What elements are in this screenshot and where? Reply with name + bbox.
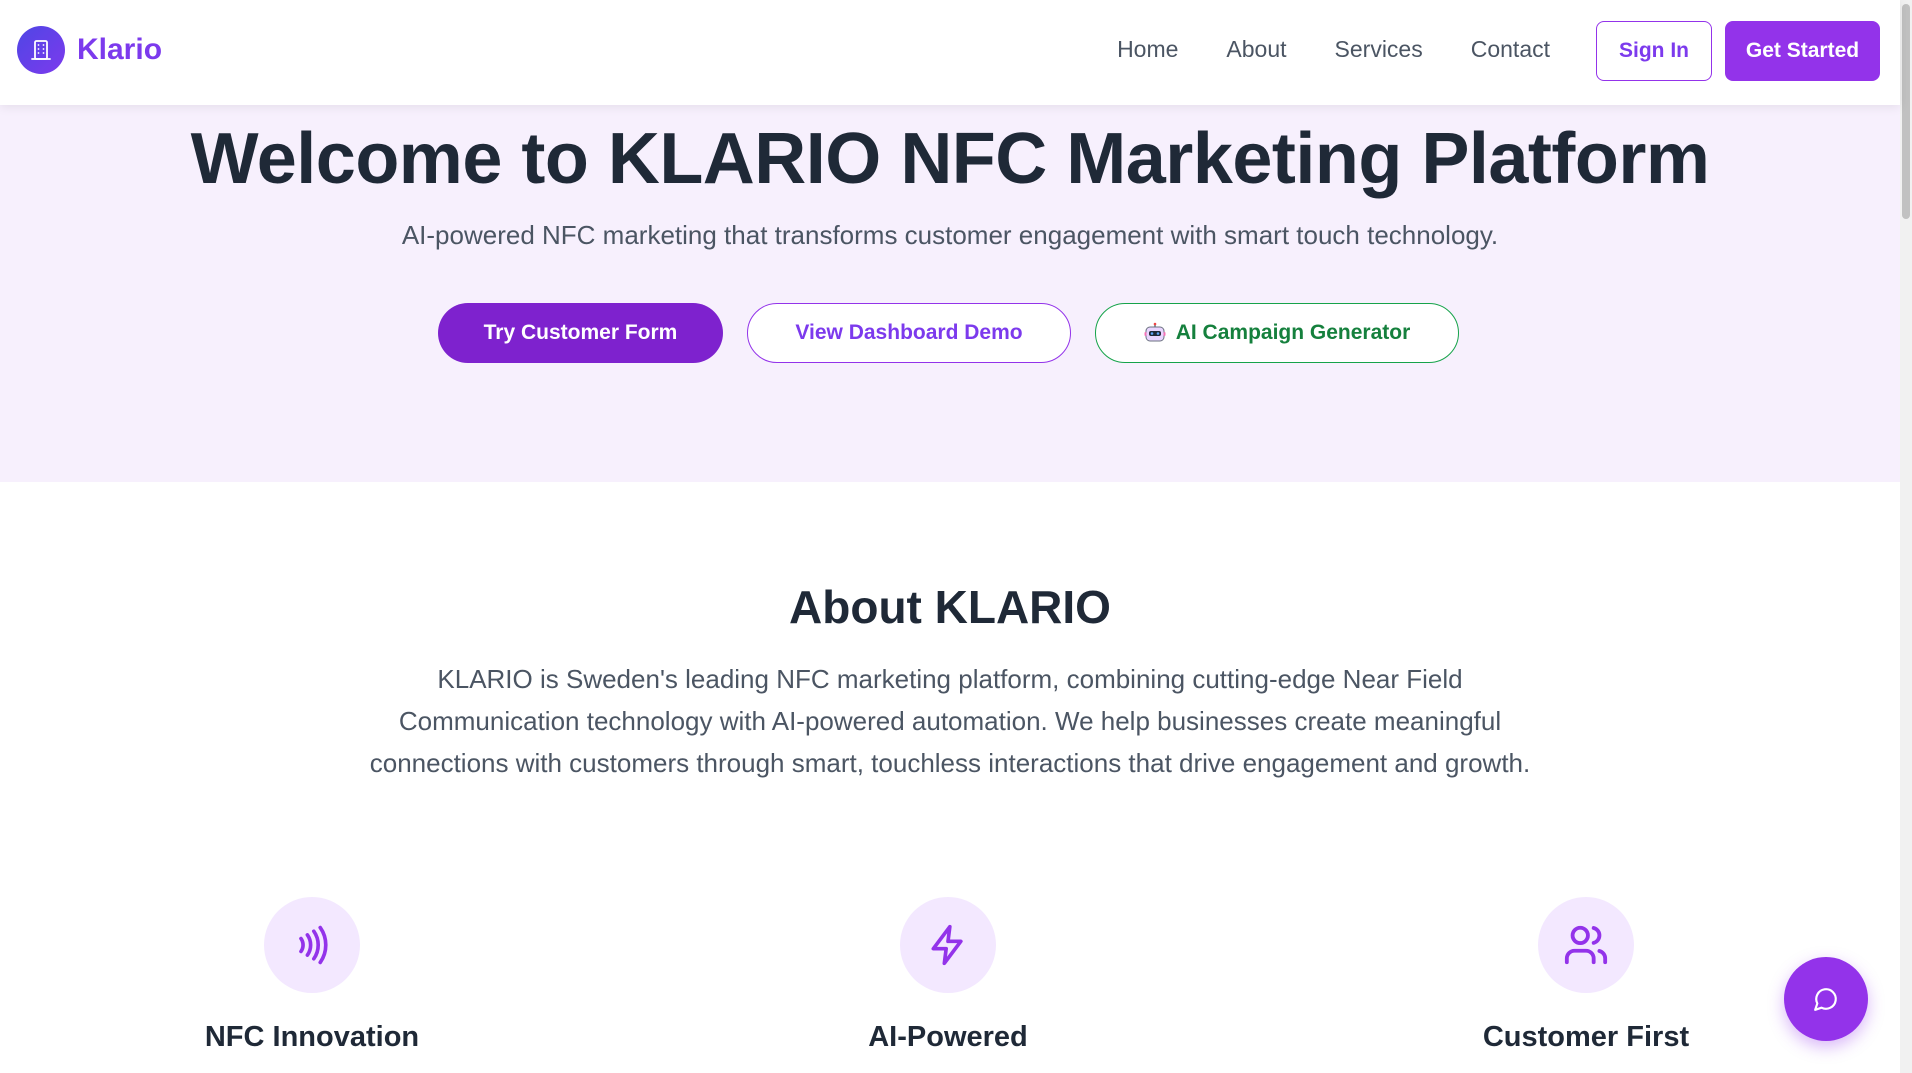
- nfc-waves-icon: [264, 897, 360, 993]
- about-text: KLARIO is Sweden's leading NFC marketing…: [369, 664, 1531, 778]
- users-icon: [1538, 897, 1634, 993]
- nav-about[interactable]: About: [1226, 36, 1286, 63]
- ai-campaign-generator-button[interactable]: AI Campaign Generator: [1095, 303, 1459, 363]
- nav-contact[interactable]: Contact: [1471, 36, 1550, 63]
- building-icon: [17, 26, 65, 74]
- feature-title: NFC Innovation: [204, 1021, 420, 1053]
- robot-icon: [1144, 322, 1166, 344]
- logo-text: Klario: [77, 33, 163, 66]
- logo[interactable]: Klario: [17, 26, 162, 74]
- hero-buttons: Try Customer Form View Dashboard Demo AI…: [0, 303, 1900, 363]
- feature-customer-first: Customer First: [1386, 897, 1786, 1054]
- hero-subtitle: AI-powered NFC marketing that transforms…: [401, 220, 1499, 250]
- feature-title: AI-Powered: [868, 1021, 1028, 1053]
- feature-nfc-innovation: NFC Innovation: [112, 897, 512, 1054]
- main-nav: Home About Services Contact: [1117, 36, 1550, 63]
- feature-ai-powered: AI-Powered: [748, 897, 1148, 1054]
- chat-button[interactable]: [1784, 957, 1868, 1041]
- ai-campaign-generator-label: AI Campaign Generator: [1175, 321, 1411, 344]
- nav-home[interactable]: Home: [1117, 36, 1178, 63]
- try-customer-form-button[interactable]: Try Customer Form: [438, 303, 723, 363]
- scrollbar-thumb[interactable]: [1902, 4, 1910, 219]
- chat-bubble-icon: [1813, 986, 1839, 1012]
- top-navbar: Klario Home About Services Contact Sign …: [0, 0, 1900, 105]
- hero-title: Welcome to KLARIO NFC Marketing Platform: [190, 119, 1710, 199]
- lightning-icon: [900, 897, 996, 993]
- page-scrollbar[interactable]: [1900, 0, 1912, 1073]
- about-title: About KLARIO: [789, 581, 1111, 633]
- feature-title: Customer First: [1482, 1021, 1690, 1053]
- sign-in-button[interactable]: Sign In: [1596, 21, 1712, 81]
- view-dashboard-demo-button[interactable]: View Dashboard Demo: [747, 303, 1071, 363]
- get-started-button[interactable]: Get Started: [1725, 21, 1880, 81]
- nav-services[interactable]: Services: [1335, 36, 1423, 63]
